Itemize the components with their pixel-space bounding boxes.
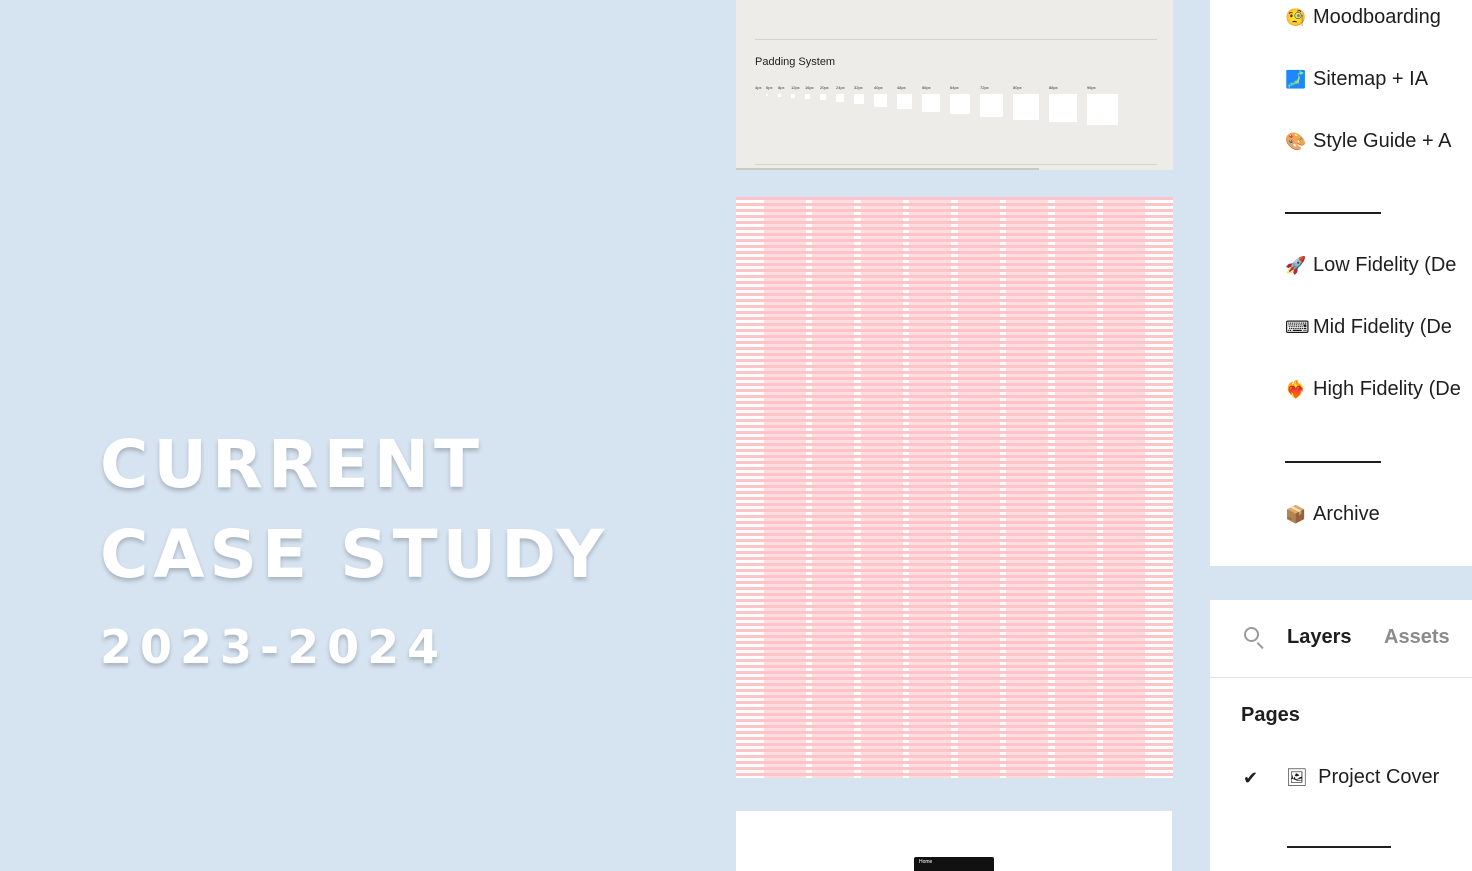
pages-panel: 🧐 Moodboarding 🗾 Sitemap + IA 🎨 Style Gu… [1210, 0, 1472, 566]
palette-icon: 🎨 [1285, 131, 1307, 151]
padding-swatch [922, 94, 940, 112]
grid-column [861, 197, 903, 778]
hero-years: 2023-2024 [100, 620, 448, 674]
padding-size-label: 96px [1087, 85, 1096, 90]
divider-line [755, 39, 1157, 40]
grid-column [764, 197, 806, 778]
heart-on-fire-icon: ❤️‍🔥 [1285, 379, 1307, 399]
page-item-mid-fidelity[interactable]: ⌨ Mid Fidelity (De [1285, 316, 1452, 339]
grid-column [958, 197, 1000, 778]
page-item-label: Project Cover [1318, 766, 1440, 788]
hero-title-block: CURRENT CASE STUDY 2023-2024 [100, 420, 609, 676]
padding-size-label: 24px [836, 85, 845, 90]
padding-size-label: 80px [1013, 85, 1022, 90]
package-icon: 📦 [1285, 504, 1307, 524]
map-icon: 🗾 [1285, 69, 1307, 89]
padding-swatch [836, 94, 844, 102]
page-item-label: High Fidelity (De [1313, 378, 1461, 400]
padding-swatch [791, 94, 795, 98]
page-item-high-fidelity[interactable]: ❤️‍🔥 High Fidelity (De [1285, 378, 1461, 401]
thinking-face-icon: 🧐 [1285, 7, 1307, 27]
padding-swatch [778, 94, 781, 97]
padding-swatch [805, 94, 810, 99]
grid-column [1006, 197, 1048, 778]
padding-size-label: 56px [922, 85, 931, 90]
page-divider [1287, 846, 1391, 848]
layers-panel: Layers Assets Pages ✔ 🖼 Project Cover [1210, 600, 1472, 871]
page-item-project-cover[interactable]: 🖼 Project Cover [1286, 766, 1439, 789]
grid-column [812, 197, 854, 778]
padding-swatch [755, 94, 756, 95]
padding-size-label: 20px [820, 85, 829, 90]
search-icon[interactable] [1244, 627, 1259, 642]
scroll-indicator [736, 168, 1039, 170]
divider-line [755, 164, 1157, 165]
pages-section-title: Pages [1241, 704, 1300, 726]
page-item-archive[interactable]: 📦 Archive [1285, 503, 1380, 526]
page-item-style-guide[interactable]: 🎨 Style Guide + A [1285, 130, 1451, 153]
page-item-moodboarding[interactable]: 🧐 Moodboarding [1285, 6, 1441, 29]
padding-swatch [1013, 94, 1039, 120]
page-divider [1285, 461, 1381, 463]
page-item-label: Low Fidelity (De [1313, 254, 1457, 276]
keyboard-icon: ⌨ [1285, 317, 1310, 337]
padding-swatch [897, 94, 912, 109]
page-item-label: Moodboarding [1313, 6, 1441, 28]
page-item-label: Mid Fidelity (De [1313, 316, 1452, 338]
rocket-icon: 🚀 [1285, 255, 1307, 275]
page-item-sitemap[interactable]: 🗾 Sitemap + IA [1285, 68, 1428, 91]
tab-layers[interactable]: Layers [1287, 626, 1352, 649]
grid-column [1103, 197, 1145, 778]
hero-line-case-study: CASE STUDY [100, 516, 610, 593]
padding-system-title: Padding System [755, 56, 836, 68]
padding-size-label: 72px [980, 85, 989, 90]
page-divider [1285, 212, 1381, 214]
padding-size-label: 6px [766, 85, 773, 90]
padding-size-label: 8px [778, 85, 785, 90]
padding-swatch [1087, 94, 1118, 125]
padding-system-card: Padding System 4px 6px 8px 12px 16px 20px 24px… [736, 0, 1173, 170]
padding-swatch [950, 94, 970, 114]
page-item-label: Sitemap + IA [1313, 68, 1429, 90]
grid-column [909, 197, 951, 778]
page-item-label: Style Guide + A [1313, 130, 1452, 152]
padding-size-label: 88px [1049, 85, 1058, 90]
layout-grid-overlay [736, 197, 1173, 778]
padding-size-label: 16px [805, 85, 814, 90]
padding-size-label: 48px [897, 85, 906, 90]
page-item-low-fidelity[interactable]: 🚀 Low Fidelity (De [1285, 254, 1456, 277]
hero-line-current: CURRENT [100, 426, 485, 503]
padding-size-label: 32px [854, 85, 863, 90]
framed-picture-icon: 🖼 [1286, 768, 1308, 787]
padding-swatch [766, 94, 768, 96]
tab-assets[interactable]: Assets [1384, 626, 1450, 649]
wireframe-preview: Home [736, 811, 1172, 871]
panel-separator [1210, 677, 1472, 678]
checkmark-icon: ✔ [1243, 768, 1259, 788]
padding-size-label: 4px [755, 85, 762, 90]
padding-swatch [874, 94, 887, 107]
padding-size-label: 64px [950, 85, 959, 90]
padding-swatch [980, 94, 1003, 117]
padding-swatch [820, 94, 826, 100]
padding-size-label: 40px [874, 85, 883, 90]
padding-swatch [854, 94, 864, 104]
grid-column [1055, 197, 1097, 778]
padding-swatch [1049, 94, 1077, 122]
padding-size-label: 12px [791, 85, 800, 90]
preview-navbar: Home [914, 857, 994, 871]
page-item-label: Archive [1313, 503, 1380, 525]
preview-nav-label: Home [919, 859, 933, 865]
